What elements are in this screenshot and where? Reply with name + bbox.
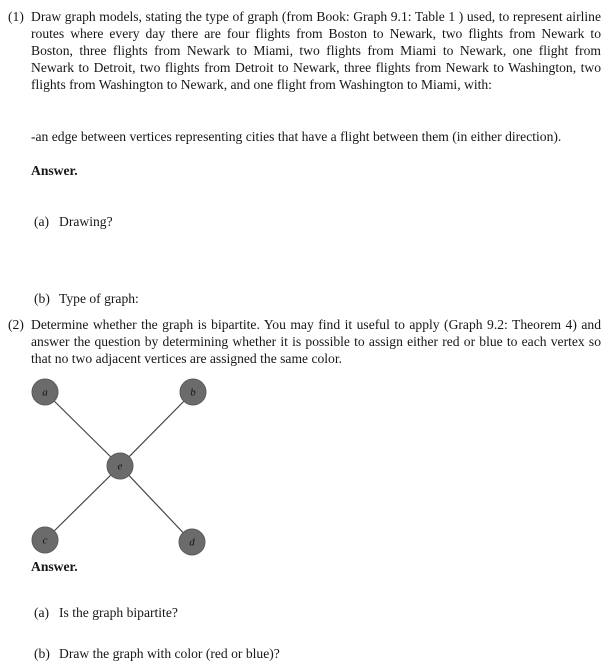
- graph-svg: a b e c d: [31, 378, 207, 556]
- problem-2-subitem-b: (b) Draw the graph with color (red or bl…: [34, 645, 484, 662]
- problem-1-text: Draw graph models, stating the type of g…: [31, 9, 601, 92]
- problem-1-number: (1): [8, 9, 24, 24]
- problem-1: (1) Draw graph models, stating the type …: [8, 8, 601, 93]
- vertex-d: d: [178, 528, 206, 556]
- vertex-a: a: [31, 378, 59, 406]
- problem-1-subitem-a-label: (a): [34, 214, 50, 229]
- edge-a-e: [44, 391, 121, 467]
- document-page: (1) Draw graph models, stating the type …: [0, 0, 608, 671]
- problem-2: (2) Determine whether the graph is bipar…: [8, 316, 601, 367]
- vertex-d-label: d: [189, 537, 195, 549]
- problem-2-number: (2): [8, 317, 24, 332]
- problem-1-subitem-b-text: Type of graph:: [59, 291, 139, 306]
- problem-1-subitem-a-text: Drawing?: [59, 214, 113, 229]
- edge-c-e: [44, 465, 121, 541]
- edge-d-e: [119, 465, 193, 543]
- edge-b-e: [119, 391, 194, 467]
- problem-1-answer-label: Answer.: [31, 163, 78, 178]
- problem-1-subitem-b: (b) Type of graph:: [34, 290, 434, 307]
- problem-1-subitem-b-label: (b): [34, 291, 50, 306]
- problem-1-condition: -an edge between vertices representing c…: [31, 128, 601, 145]
- graph-figure: a b e c d: [20, 372, 220, 562]
- vertex-c-label: c: [43, 535, 48, 547]
- problem-1-condition-text: -an edge between vertices representing c…: [31, 129, 562, 144]
- vertex-b-label: b: [190, 387, 196, 399]
- problem-2-answer-label: Answer.: [31, 559, 78, 574]
- problem-2-text: Determine whether the graph is bipartite…: [31, 317, 601, 366]
- problem-1-subitem-a: (a) Drawing?: [34, 213, 434, 230]
- vertex-b: b: [179, 378, 207, 406]
- problem-2-subitem-a-text: Is the graph bipartite?: [59, 605, 178, 620]
- vertex-e-label: e: [118, 461, 123, 473]
- vertex-c: c: [31, 526, 59, 554]
- problem-2-subitem-b-label: (b): [34, 646, 50, 661]
- vertex-a-label: a: [42, 387, 48, 399]
- problem-2-subitem-b-text: Draw the graph with color (red or blue)?: [59, 646, 280, 661]
- vertex-e: e: [106, 452, 134, 480]
- problem-2-subitem-a: (a) Is the graph bipartite?: [34, 604, 484, 621]
- problem-2-subitem-a-label: (a): [34, 605, 50, 620]
